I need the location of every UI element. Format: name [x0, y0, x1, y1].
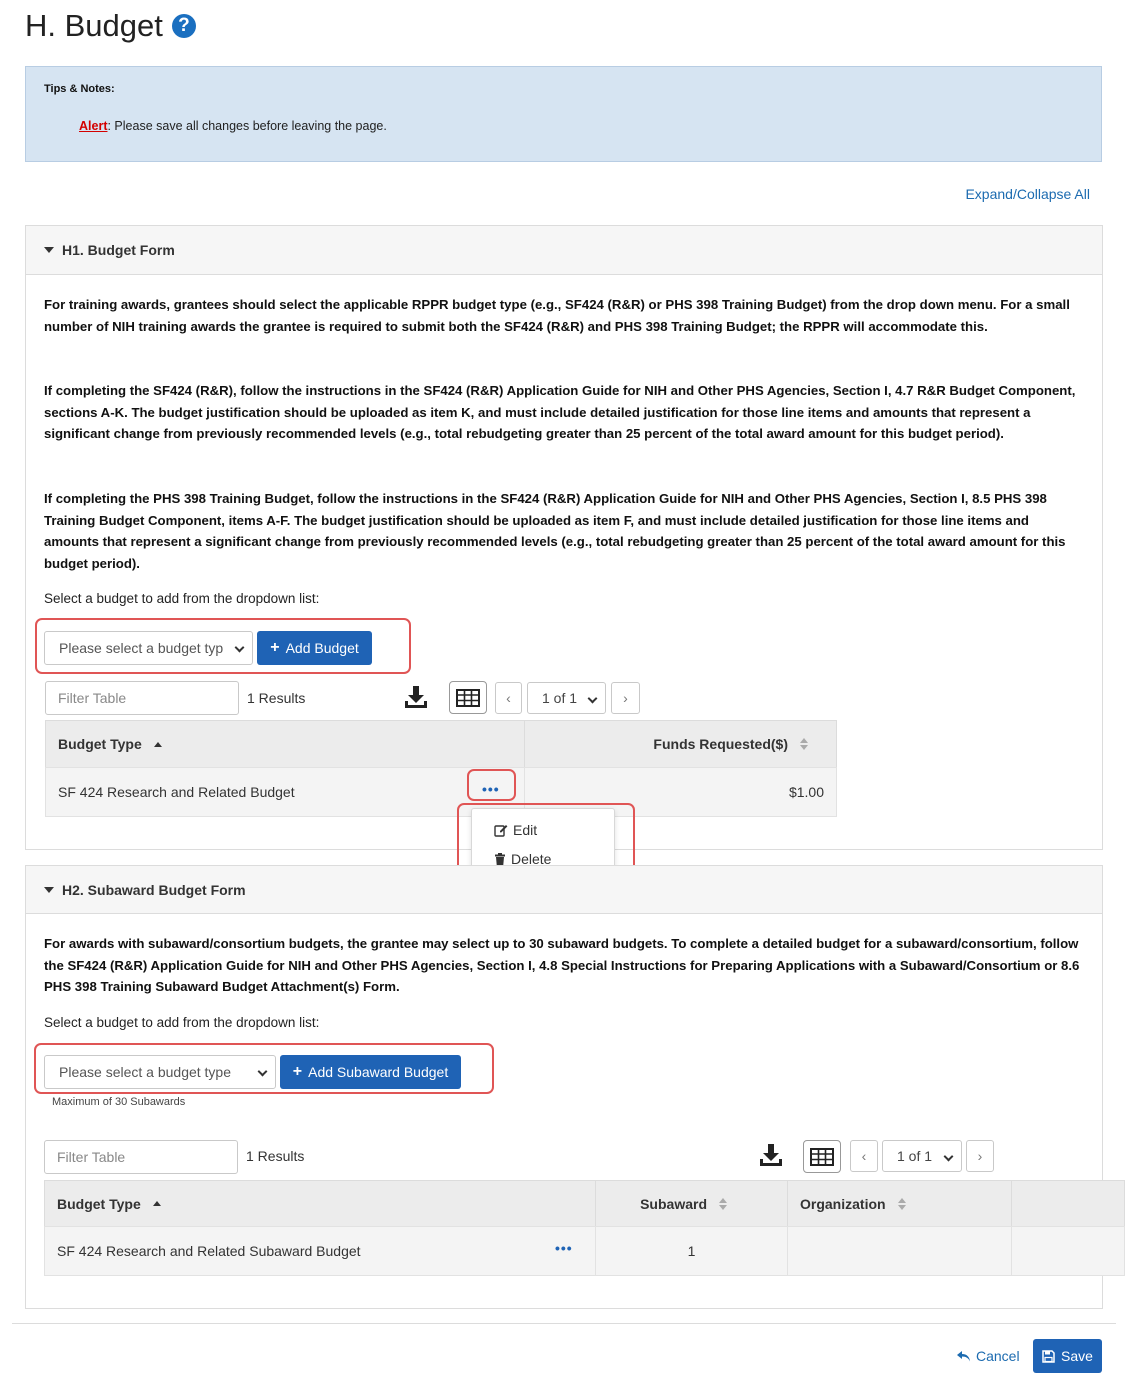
- table-grid-icon: [810, 1147, 834, 1166]
- h1-panel-header[interactable]: H1. Budget Form: [26, 226, 1102, 275]
- chevron-down-icon: [257, 1066, 268, 1077]
- save-button[interactable]: Save: [1033, 1339, 1102, 1373]
- sort-icon: [800, 738, 808, 750]
- subaward-budget-type-select[interactable]: Please select a budget type: [44, 1055, 276, 1089]
- cancel-label: Cancel: [976, 1348, 1020, 1364]
- alert-label: Alert: [79, 119, 108, 133]
- h2-prev-page-button[interactable]: ‹: [850, 1140, 878, 1172]
- budget-type-select[interactable]: Please select a budget typ: [44, 631, 253, 665]
- edit-icon: [494, 825, 508, 837]
- table-grid-icon: [456, 688, 480, 707]
- chevron-down-icon: [587, 693, 598, 704]
- page-title: H. Budget ?: [25, 8, 196, 44]
- budget-type-select-value: Please select a budget typ: [59, 640, 224, 656]
- chevron-down-icon: [943, 1151, 954, 1162]
- table-cell-subaward: 1: [595, 1226, 788, 1276]
- column-header-label: Organization: [800, 1195, 886, 1212]
- budget-type-value: SF 424 Research and Related Budget: [58, 784, 295, 800]
- sort-icon: [719, 1197, 727, 1210]
- column-header-budget-type[interactable]: Budget Type: [44, 1180, 596, 1227]
- caret-down-icon: [44, 247, 54, 253]
- footer-divider: [12, 1323, 1116, 1324]
- download-icon[interactable]: [758, 1142, 784, 1168]
- h2-next-page-button[interactable]: ›: [966, 1140, 994, 1172]
- h2-page-select[interactable]: 1 of 1: [882, 1140, 962, 1172]
- plus-icon: +: [270, 639, 280, 656]
- undo-icon: [957, 1350, 970, 1361]
- column-header-overflow: [1011, 1180, 1125, 1227]
- h1-results-count: 1 Results: [247, 690, 306, 706]
- table-cell-budget-type: SF 424 Research and Related Budget: [45, 767, 525, 817]
- funds-value: $1.00: [788, 784, 824, 800]
- expand-collapse-all-link[interactable]: Expand/Collapse All: [965, 186, 1090, 202]
- add-subaward-budget-button[interactable]: + Add Subaward Budget: [280, 1055, 461, 1089]
- alert-message: Alert: Please save all changes before le…: [79, 119, 387, 133]
- h1-instruction-1: For training awards, grantees should sel…: [44, 297, 1070, 334]
- save-label: Save: [1061, 1348, 1093, 1364]
- column-toggle-button[interactable]: [449, 681, 487, 714]
- h1-page-select[interactable]: 1 of 1: [527, 682, 606, 714]
- h2-page-select-value: 1 of 1: [897, 1148, 933, 1164]
- alert-text: : Please save all changes before leaving…: [107, 119, 387, 133]
- column-header-funds-requested[interactable]: Funds Requested($): [524, 720, 837, 768]
- tips-title: Tips & Notes:: [44, 83, 115, 95]
- sort-icon: [897, 1197, 906, 1210]
- h1-page-select-value: 1 of 1: [542, 690, 578, 706]
- column-header-label: Budget Type: [57, 1195, 141, 1212]
- max-subawards-note: Maximum of 30 Subawards: [52, 1096, 186, 1108]
- add-subaward-budget-label: Add Subaward Budget: [308, 1064, 449, 1080]
- h1-prev-page-button[interactable]: ‹: [495, 682, 522, 714]
- download-icon[interactable]: [403, 684, 429, 710]
- h1-instruction-3: If completing the PHS 398 Training Budge…: [44, 491, 1066, 571]
- table-cell-overflow: [1011, 1226, 1125, 1276]
- row-actions-menu-button[interactable]: •••: [482, 781, 500, 797]
- question-circle-icon[interactable]: ?: [171, 14, 196, 38]
- h1-next-page-button[interactable]: ›: [611, 682, 640, 714]
- caret-down-icon: [44, 886, 54, 893]
- column-header-organization[interactable]: Organization: [787, 1180, 1012, 1227]
- column-header-label: Budget Type: [58, 736, 142, 752]
- h1-instruction-2: If completing the SF424 (R&R), follow th…: [44, 383, 1076, 442]
- sort-ascending-icon: [152, 1201, 161, 1206]
- h1-select-label: Select a budget to add from the dropdown…: [44, 591, 320, 606]
- table-cell-budget-type: SF 424 Research and Related Subaward Bud…: [44, 1226, 596, 1276]
- h2-filter-input[interactable]: Filter Table: [44, 1140, 238, 1174]
- h2-select-label: Select a budget to add from the dropdown…: [44, 1015, 320, 1030]
- h1-panel-title: H1. Budget Form: [62, 242, 175, 258]
- column-header-label: Funds Requested($): [653, 736, 788, 752]
- add-budget-label: Add Budget: [285, 640, 359, 656]
- cancel-button[interactable]: Cancel: [957, 1348, 1020, 1364]
- chevron-down-icon: [234, 642, 245, 653]
- h2-panel-header[interactable]: H2. Subaward Budget Form: [26, 866, 1102, 914]
- menu-item-label: Edit: [513, 822, 538, 838]
- add-budget-button[interactable]: + Add Budget: [257, 631, 372, 665]
- tips-notes-box: Tips & Notes: Alert: Please save all cha…: [25, 66, 1102, 162]
- page-title-text: H. Budget: [25, 8, 163, 43]
- subaward-select-value: Please select a budget type: [59, 1064, 232, 1080]
- h2-instruction: For awards with subaward/consortium budg…: [44, 936, 1080, 995]
- column-header-subaward[interactable]: Subaward: [595, 1180, 788, 1227]
- save-icon: [1042, 1349, 1055, 1363]
- table-cell-organization: [787, 1226, 1012, 1276]
- menu-item-edit[interactable]: Edit: [494, 822, 537, 838]
- column-toggle-button[interactable]: [803, 1140, 841, 1173]
- h2-results-count: 1 Results: [246, 1148, 305, 1164]
- sort-ascending-icon: [153, 741, 162, 747]
- budget-type-value: SF 424 Research and Related Subaward Bud…: [57, 1243, 361, 1259]
- plus-icon: +: [292, 1063, 303, 1080]
- trash-icon: [495, 852, 505, 866]
- column-header-budget-type[interactable]: Budget Type: [45, 720, 525, 768]
- row-actions-menu-button[interactable]: •••: [555, 1240, 573, 1256]
- h2-panel-title: H2. Subaward Budget Form: [62, 881, 246, 898]
- subaward-value: 1: [687, 1243, 696, 1259]
- h1-filter-input[interactable]: Filter Table: [45, 681, 239, 715]
- column-header-label: Subaward: [640, 1195, 707, 1212]
